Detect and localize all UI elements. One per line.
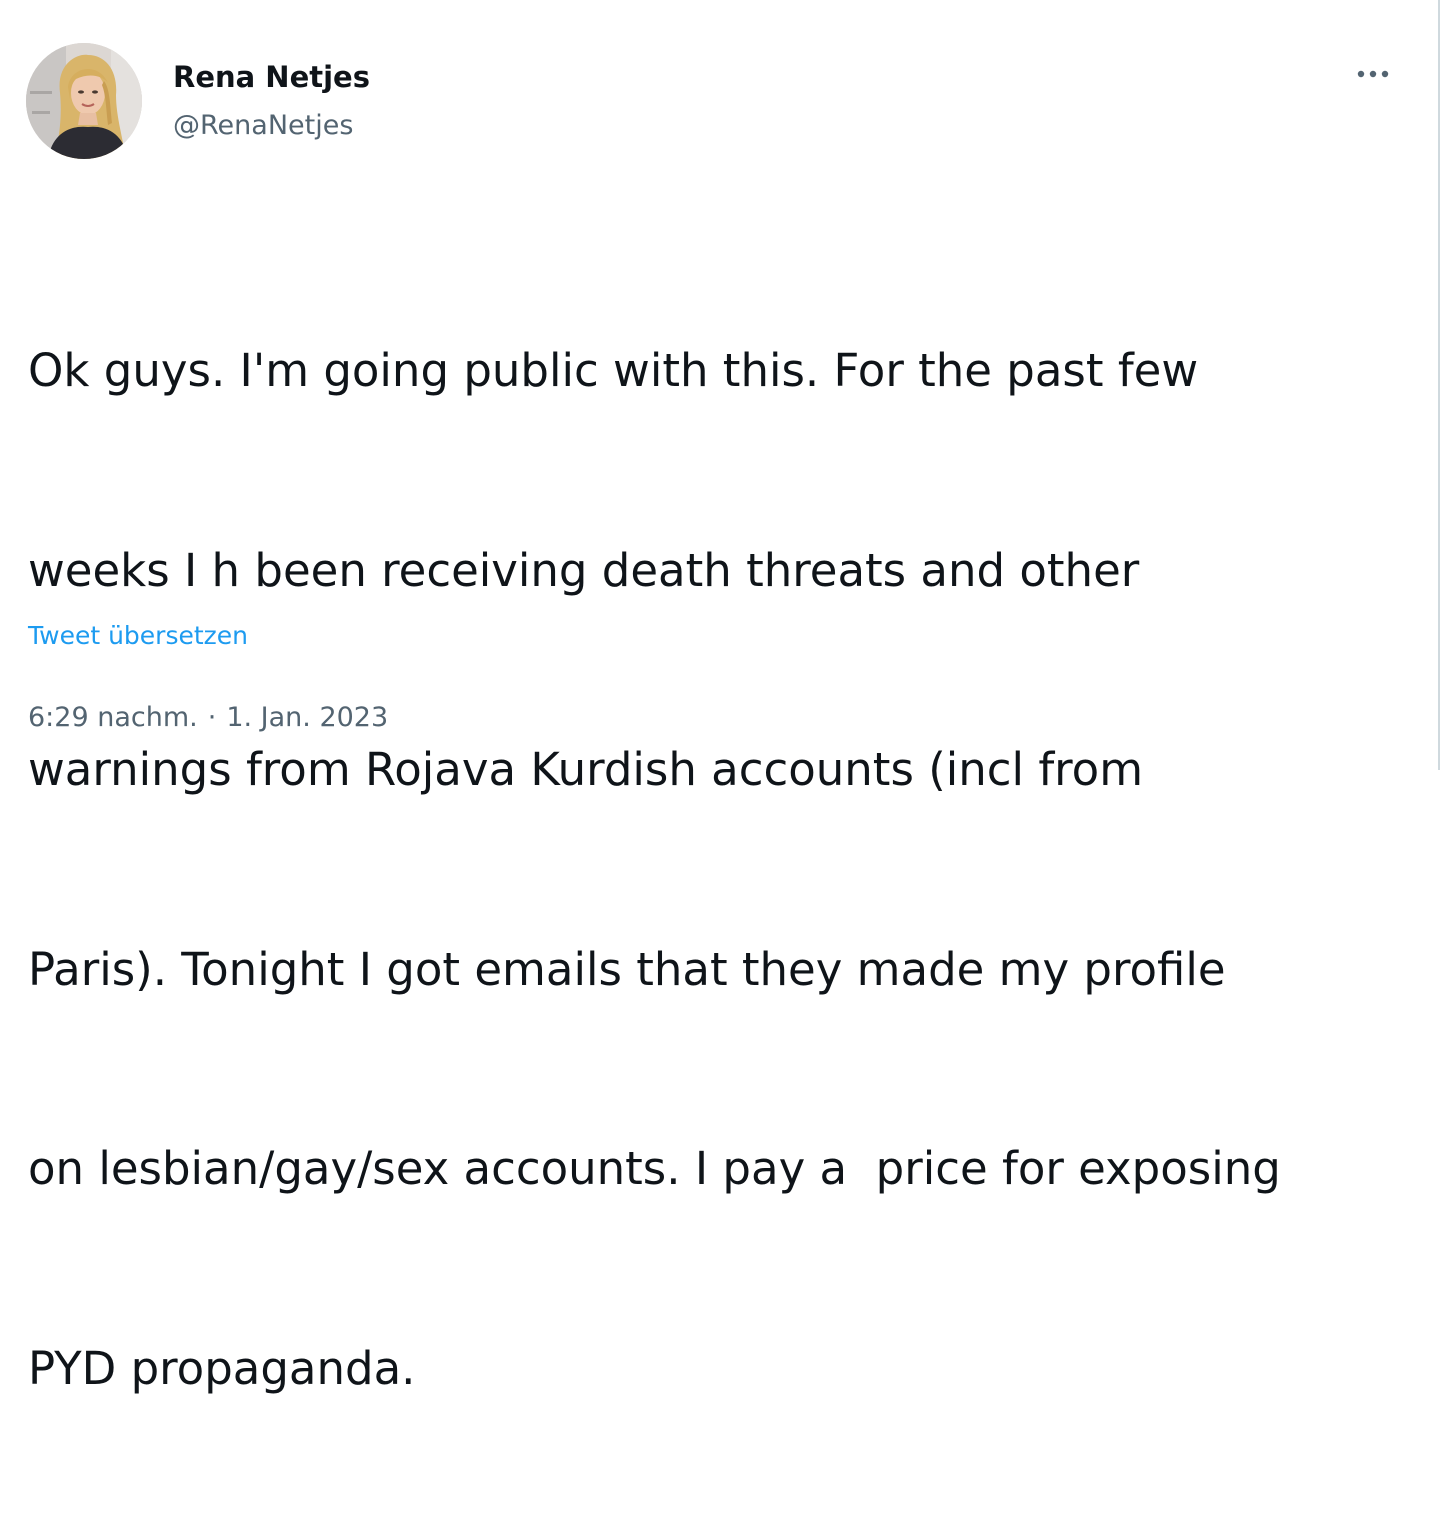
- display-name[interactable]: Rena Netjes: [173, 57, 370, 97]
- profile-photo-icon: [26, 43, 142, 159]
- timestamp-separator: ·: [207, 702, 217, 733]
- tweet-card: Rena Netjes @RenaNetjes Ok guys. I'm goi…: [0, 0, 1440, 1395]
- tweet-time[interactable]: 6:29 nachm.: [28, 702, 198, 733]
- user-handle[interactable]: @RenaNetjes: [173, 106, 353, 146]
- tweet-date[interactable]: 1. Jan. 2023: [226, 702, 388, 733]
- tweet-text-line: PYD propaganda.: [28, 1341, 416, 1395]
- tweet-timestamp[interactable]: 6:29 nachm. · 1. Jan. 2023: [28, 698, 388, 738]
- tweet-text-line: Ok guys. I'm going public with this. For…: [28, 344, 1199, 397]
- more-options-button[interactable]: [1344, 54, 1404, 94]
- tweet-text-line: Paris). Tonight I got emails that they m…: [28, 942, 1226, 996]
- more-horizontal-icon: [1357, 70, 1389, 78]
- translate-tweet-link[interactable]: Tweet übersetzen: [28, 618, 248, 654]
- tweet-text-line: weeks I h been receiving death threats a…: [28, 543, 1140, 597]
- tweet-text: Ok guys. I'm going public with this. For…: [28, 205, 1418, 1535]
- tweet-text-line: on lesbian/gay/sex accounts. I pay a pri…: [28, 1142, 1281, 1195]
- avatar[interactable]: [26, 43, 142, 159]
- tweet-text-line: warnings from Rojava Kurdish accounts (i…: [28, 743, 1144, 796]
